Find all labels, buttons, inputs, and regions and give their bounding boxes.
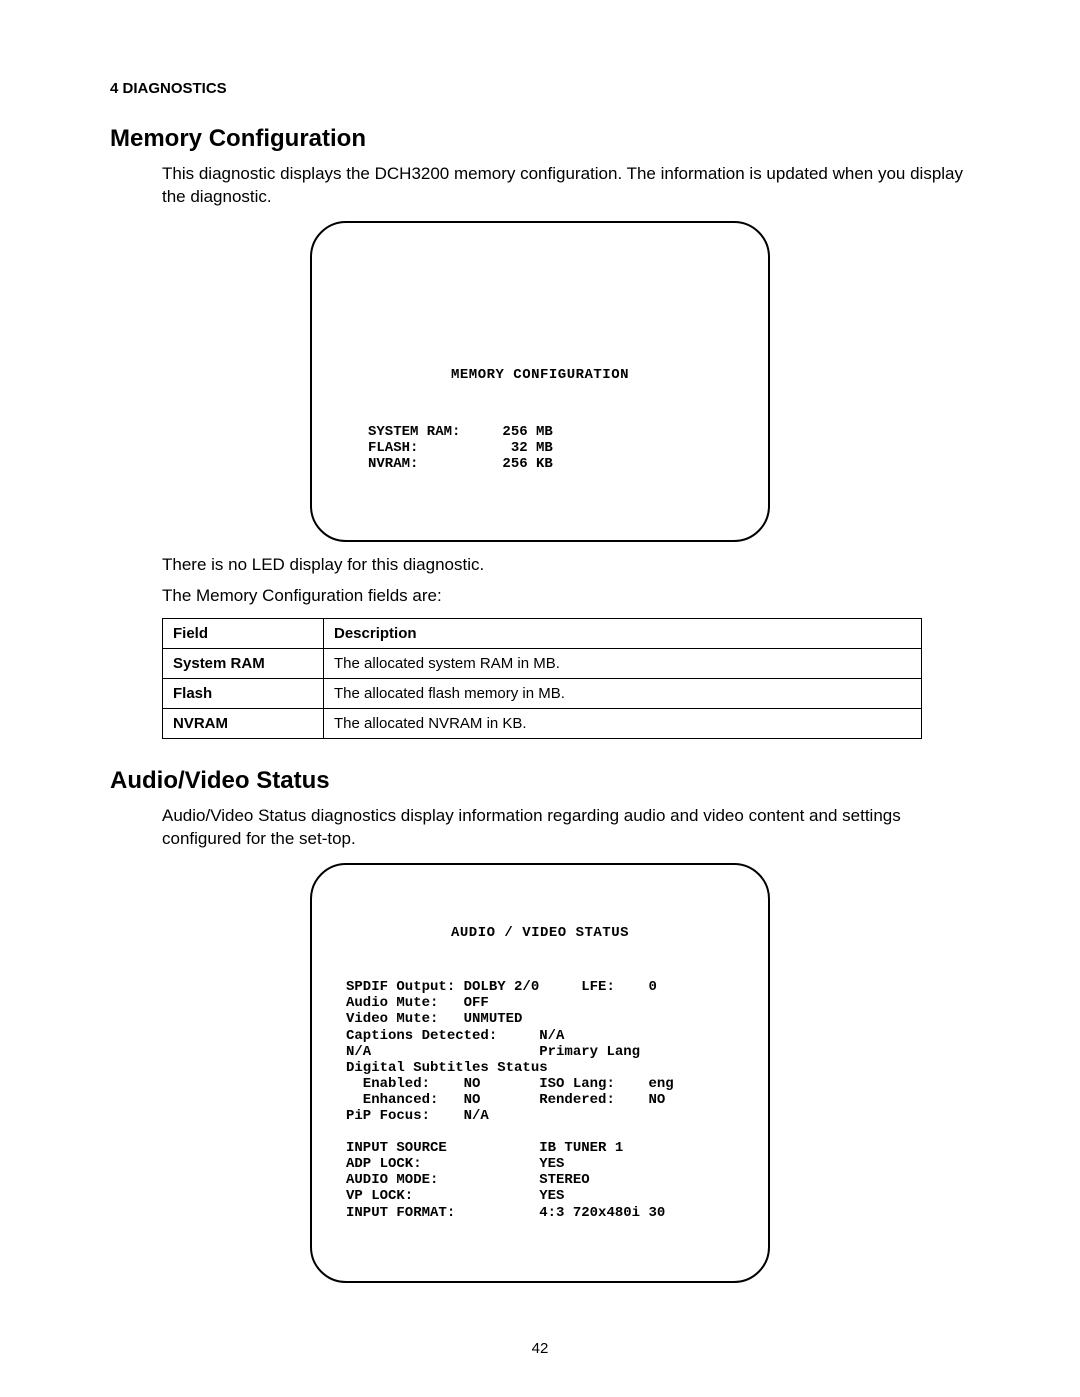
memory-field-table: Field Description System RAMThe allocate… bbox=[162, 618, 922, 739]
field-desc-cell: The allocated system RAM in MB. bbox=[324, 648, 922, 678]
section-title-memory: Memory Configuration bbox=[110, 125, 970, 153]
th-field: Field bbox=[163, 618, 324, 648]
page: 4 DIAGNOSTICS Memory Configuration This … bbox=[0, 0, 1080, 1397]
av-screen-lines: SPDIF Output: DOLBY 2/0 LFE: 0 Audio Mut… bbox=[346, 979, 740, 1220]
field-desc-cell: The allocated NVRAM in KB. bbox=[324, 708, 922, 738]
av-screen: AUDIO / VIDEO STATUS SPDIF Output: DOLBY… bbox=[310, 863, 770, 1283]
field-name-cell: Flash bbox=[163, 678, 324, 708]
memory-note-2: The Memory Configuration fields are: bbox=[162, 585, 970, 608]
table-row: System RAMThe allocated system RAM in MB… bbox=[163, 648, 922, 678]
memory-note-1: There is no LED display for this diagnos… bbox=[162, 554, 970, 577]
memory-intro: This diagnostic displays the DCH3200 mem… bbox=[162, 163, 970, 209]
table-row: FlashThe allocated flash memory in MB. bbox=[163, 678, 922, 708]
th-description: Description bbox=[324, 618, 922, 648]
av-screen-title: AUDIO / VIDEO STATUS bbox=[340, 925, 740, 941]
page-number: 42 bbox=[0, 1340, 1080, 1357]
field-desc-cell: The allocated flash memory in MB. bbox=[324, 678, 922, 708]
memory-screen: MEMORY CONFIGURATION SYSTEM RAM: 256 MB … bbox=[310, 221, 770, 542]
memory-screen-container: MEMORY CONFIGURATION SYSTEM RAM: 256 MB … bbox=[310, 221, 770, 542]
field-name-cell: System RAM bbox=[163, 648, 324, 678]
section-title-av: Audio/Video Status bbox=[110, 767, 970, 795]
table-header-row: Field Description bbox=[163, 618, 922, 648]
av-intro: Audio/Video Status diagnostics display i… bbox=[162, 805, 970, 851]
memory-screen-rows: SYSTEM RAM: 256 MB FLASH: 32 MB NVRAM: 2… bbox=[368, 424, 740, 472]
av-screen-container: AUDIO / VIDEO STATUS SPDIF Output: DOLBY… bbox=[310, 863, 770, 1283]
field-name-cell: NVRAM bbox=[163, 708, 324, 738]
chapter-label: 4 DIAGNOSTICS bbox=[110, 80, 970, 97]
memory-screen-title: MEMORY CONFIGURATION bbox=[340, 367, 740, 383]
table-row: NVRAMThe allocated NVRAM in KB. bbox=[163, 708, 922, 738]
